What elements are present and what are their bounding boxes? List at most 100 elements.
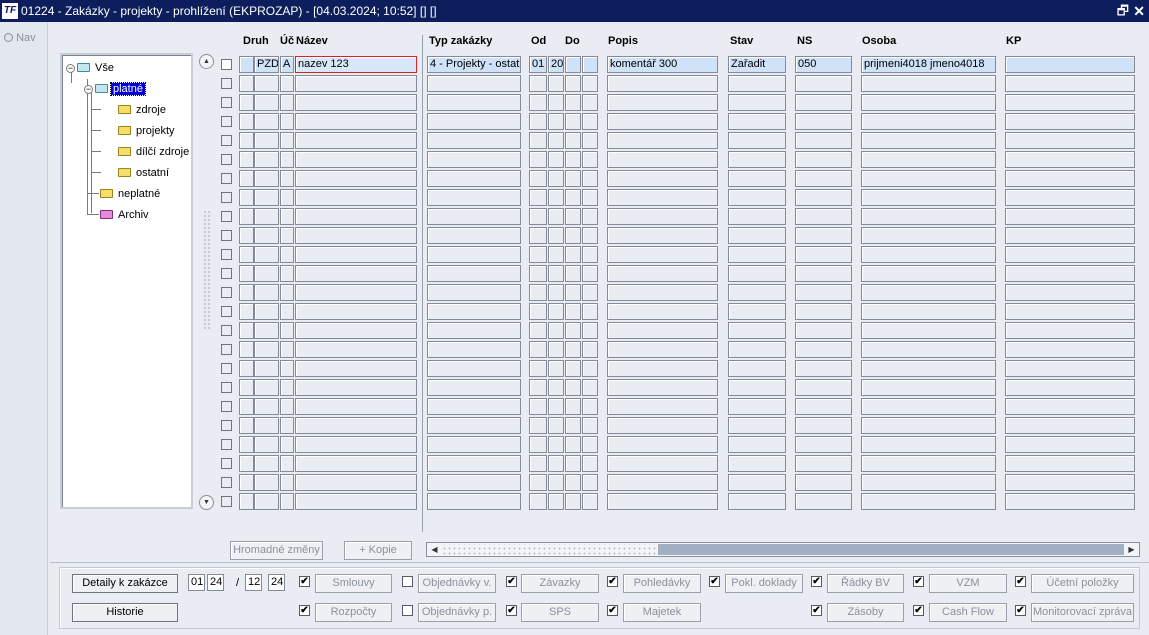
cell-do[interactable] — [548, 493, 564, 510]
cell-x1[interactable] — [565, 474, 581, 491]
cell-nazev[interactable] — [295, 151, 417, 168]
restore-window-icon[interactable]: 🗗 — [1117, 2, 1129, 20]
cell-x1[interactable] — [565, 113, 581, 130]
tree-item-projekty[interactable]: projekty — [118, 123, 177, 139]
cell-blank[interactable] — [239, 493, 254, 510]
cell-od[interactable] — [529, 265, 547, 282]
link-button[interactable]: Objednávky v. — [418, 574, 496, 593]
cell-uc[interactable] — [280, 360, 294, 377]
period-to-year[interactable]: 24 — [268, 574, 285, 591]
cell-stav[interactable] — [728, 208, 786, 225]
cell-druh[interactable] — [254, 170, 279, 187]
cell-popis[interactable] — [607, 455, 718, 472]
cell-osoba[interactable] — [861, 398, 996, 415]
cell-druh[interactable] — [254, 379, 279, 396]
cell-popis[interactable] — [607, 379, 718, 396]
cell-popis[interactable] — [607, 284, 718, 301]
cell-stav[interactable] — [728, 246, 786, 263]
scroll-up-icon[interactable]: ▲ — [199, 54, 214, 69]
tree-item-vse[interactable]: − Vše — [66, 60, 116, 76]
link-button[interactable]: Objednávky p. — [418, 603, 496, 622]
cell-blank[interactable] — [239, 436, 254, 453]
link-checkbox[interactable]: ✔ — [607, 605, 618, 616]
link-button[interactable]: Účetní položky — [1031, 574, 1134, 593]
cell-do[interactable] — [548, 227, 564, 244]
cell-x2[interactable] — [582, 265, 598, 282]
row-select-checkbox[interactable] — [221, 173, 232, 184]
cell-nazev[interactable] — [295, 265, 417, 282]
cell-blank[interactable] — [239, 75, 254, 92]
cell-druh[interactable] — [254, 189, 279, 206]
cell-kp[interactable] — [1005, 303, 1135, 320]
cell-typ[interactable] — [427, 75, 521, 92]
cell-kp[interactable] — [1005, 455, 1135, 472]
cell-x1[interactable] — [565, 170, 581, 187]
row-select-checkbox[interactable] — [221, 344, 232, 355]
cell-do[interactable] — [548, 151, 564, 168]
scroll-right-icon[interactable]: ▶ — [1125, 543, 1138, 556]
cell-nazev[interactable] — [295, 360, 417, 377]
cell-druh[interactable] — [254, 132, 279, 149]
row-select-checkbox[interactable] — [221, 154, 232, 165]
cell-uc[interactable] — [280, 341, 294, 358]
cell-od[interactable] — [529, 341, 547, 358]
cell-x1[interactable] — [565, 284, 581, 301]
cell-stav[interactable] — [728, 360, 786, 377]
cell-do[interactable] — [548, 455, 564, 472]
cell-popis[interactable] — [607, 417, 718, 434]
cell-druh[interactable] — [254, 417, 279, 434]
cell-od[interactable] — [529, 303, 547, 320]
cell-osoba[interactable] — [861, 360, 996, 377]
cell-popis[interactable] — [607, 322, 718, 339]
cell-do[interactable] — [548, 94, 564, 111]
cell-kp[interactable] — [1005, 265, 1135, 282]
cell-ns[interactable] — [795, 265, 852, 282]
cell-popis[interactable] — [607, 246, 718, 263]
cell-ns[interactable] — [795, 75, 852, 92]
cell-od[interactable] — [529, 151, 547, 168]
cell-kp[interactable] — [1005, 474, 1135, 491]
cell-ns[interactable] — [795, 493, 852, 510]
cell-popis[interactable] — [607, 303, 718, 320]
link-button[interactable]: Rozpočty — [315, 603, 392, 622]
cell-popis[interactable] — [607, 94, 718, 111]
cell-od[interactable] — [529, 398, 547, 415]
cell-ns[interactable] — [795, 284, 852, 301]
cell-blank[interactable] — [239, 341, 254, 358]
link-button[interactable]: Pokl. doklady — [725, 574, 803, 593]
cell-kp[interactable] — [1005, 227, 1135, 244]
cell-x1[interactable] — [565, 398, 581, 415]
grid-horizontal-scrollbar[interactable]: ◀ ▶ — [426, 542, 1140, 557]
cell-blank[interactable] — [239, 265, 254, 282]
cell-stav[interactable] — [728, 113, 786, 130]
cell-ns[interactable] — [795, 170, 852, 187]
cell-x1[interactable] — [565, 227, 581, 244]
cell-x1[interactable] — [565, 436, 581, 453]
cell-kp[interactable] — [1005, 151, 1135, 168]
cell-blank[interactable] — [239, 151, 254, 168]
period-from-month[interactable]: 01 — [188, 574, 205, 591]
cell-x2[interactable] — [582, 94, 598, 111]
cell-popis[interactable] — [607, 75, 718, 92]
cell-od[interactable] — [529, 75, 547, 92]
row-select-checkbox[interactable] — [221, 230, 232, 241]
cell-typ[interactable] — [427, 455, 521, 472]
cell-stav[interactable] — [728, 170, 786, 187]
close-window-icon[interactable]: ✕ — [1133, 2, 1145, 20]
cell-blank[interactable] — [239, 170, 254, 187]
tree-item-platne[interactable]: − platné — [84, 81, 146, 97]
cell-x1[interactable] — [565, 322, 581, 339]
cell-blank[interactable] — [239, 189, 254, 206]
cell-x2[interactable] — [582, 455, 598, 472]
cell-od[interactable] — [529, 455, 547, 472]
cell-do[interactable] — [548, 379, 564, 396]
cell-stav[interactable] — [728, 284, 786, 301]
link-button[interactable]: VZM — [929, 574, 1007, 593]
cell-uc[interactable] — [280, 246, 294, 263]
cell-do[interactable] — [548, 303, 564, 320]
cell-stav[interactable] — [728, 132, 786, 149]
cell-x2[interactable] — [582, 379, 598, 396]
cell-ns[interactable] — [795, 132, 852, 149]
cell-osoba[interactable] — [861, 322, 996, 339]
cell-typ[interactable] — [427, 474, 521, 491]
